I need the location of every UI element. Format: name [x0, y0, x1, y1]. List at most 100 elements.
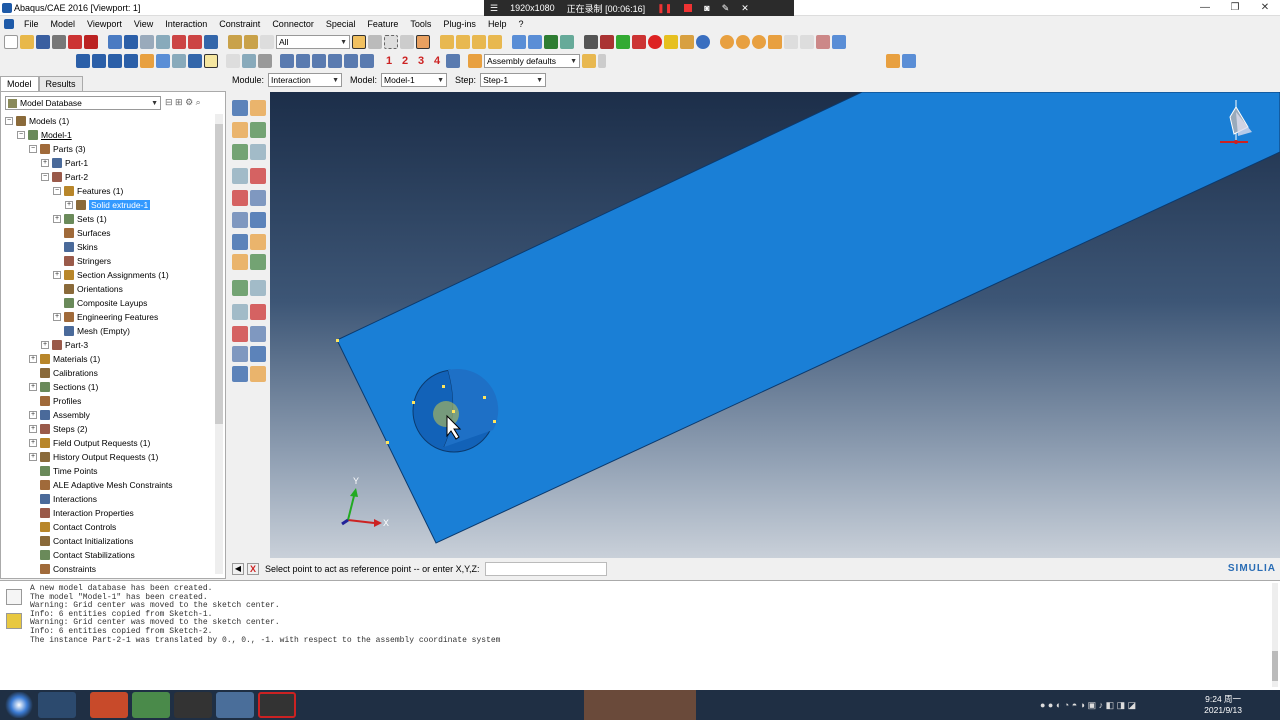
menu-icon[interactable]: ☰	[490, 3, 498, 14]
tree-node[interactable]: Interactions	[29, 492, 97, 506]
tree-expander-icon[interactable]: +	[41, 341, 49, 349]
csys-3-icon[interactable]	[312, 54, 326, 68]
shape-icon-2[interactable]	[736, 35, 750, 49]
tree-scrollbar-thumb[interactable]	[215, 124, 223, 424]
g-icon[interactable]	[648, 35, 662, 49]
tree-node[interactable]: Calibrations	[29, 366, 98, 380]
menu-help[interactable]: Help	[482, 19, 513, 29]
render-icon[interactable]	[600, 35, 614, 49]
menu-interaction[interactable]: Interaction	[159, 19, 213, 29]
tree-expander-icon[interactable]: +	[29, 355, 37, 363]
prompt-cancel-icon[interactable]: X	[247, 563, 259, 575]
part-plate[interactable]	[336, 92, 1280, 544]
arrow-tool-icon[interactable]	[226, 54, 240, 68]
toolbox-tool-icon[interactable]	[250, 366, 266, 382]
toolbox-tool-icon[interactable]	[232, 326, 248, 342]
python-shell-icon[interactable]	[6, 613, 22, 629]
auto-fit-icon[interactable]	[188, 35, 202, 49]
toolbox-tool-icon[interactable]	[232, 304, 248, 320]
view-1-icon[interactable]	[76, 54, 90, 68]
taskbar-abaqus[interactable]	[216, 692, 254, 718]
select-set-icon[interactable]	[368, 35, 382, 49]
triad-icon[interactable]	[446, 54, 460, 68]
screen-recorder-bar[interactable]: ☰ 1920x1080 正在录制 [00:06:16] ❚❚ ◙ ✎ ✕	[484, 0, 794, 16]
tree-node[interactable]: Composite Layups	[53, 296, 147, 310]
csys-1-icon[interactable]	[280, 54, 294, 68]
tree-node[interactable]: − Parts (3)	[29, 142, 86, 156]
toolbox-tool-icon[interactable]	[250, 254, 266, 270]
select-box-icon[interactable]	[384, 35, 398, 49]
toolbox-tool-icon[interactable]	[250, 144, 266, 160]
context-help-icon[interactable]: ?	[512, 19, 529, 29]
tree-expander-icon[interactable]: −	[5, 117, 13, 125]
text-a-icon[interactable]	[204, 54, 218, 68]
csys-4-icon[interactable]	[328, 54, 342, 68]
zoom-icon[interactable]	[156, 35, 170, 49]
taskbar-powerpoint[interactable]	[90, 692, 128, 718]
ruler-icon[interactable]	[664, 35, 678, 49]
csys-5-icon[interactable]	[344, 54, 358, 68]
list-icon[interactable]	[258, 54, 272, 68]
new-icon[interactable]	[4, 35, 18, 49]
num-3-button[interactable]: 3	[414, 55, 428, 67]
tree-node[interactable]: Mesh (Empty)	[53, 324, 130, 338]
tree-node[interactable]: + Sections (1)	[29, 380, 98, 394]
tree-expander-icon[interactable]: +	[65, 201, 73, 209]
tree-expander-icon[interactable]: −	[41, 173, 49, 181]
redo-icon[interactable]	[800, 35, 814, 49]
view-4-icon[interactable]	[124, 54, 138, 68]
mdb-icon[interactable]	[68, 35, 82, 49]
num-1-button[interactable]: 1	[382, 55, 396, 67]
tree-node[interactable]: Profiles	[29, 394, 81, 408]
csys-6-icon[interactable]	[360, 54, 374, 68]
view-3-icon[interactable]	[108, 54, 122, 68]
prompt-back-icon[interactable]: ◀	[232, 563, 244, 575]
menu-viewport[interactable]: Viewport	[81, 19, 128, 29]
tree-node[interactable]: Constraints	[29, 562, 96, 576]
prompt-coordinate-input[interactable]	[485, 562, 608, 576]
tree-node[interactable]: + Part-1	[41, 156, 88, 170]
toolbox-tool-icon[interactable]	[232, 168, 248, 184]
toolbox-tool-icon[interactable]	[232, 254, 248, 270]
viewport-icon[interactable]	[584, 35, 598, 49]
toolbox-tool-icon[interactable]	[232, 212, 248, 228]
close-button[interactable]: ✕	[1250, 0, 1280, 16]
tree-node[interactable]: Orientations	[53, 282, 123, 296]
tree-node[interactable]: Skins	[53, 240, 98, 254]
output-icon[interactable]	[84, 35, 98, 49]
grid-icon[interactable]	[832, 35, 846, 49]
selection-filter-select[interactable]: All ▼	[276, 35, 350, 49]
save-icon[interactable]	[36, 35, 50, 49]
dg-arrow-icon[interactable]	[598, 54, 606, 68]
top-view-icon[interactable]	[472, 35, 486, 49]
tray-icons[interactable]: ● ● ◐ ◔ ◓ ◑ ▣ ♪ ◧ ◨ ◪	[1040, 700, 1136, 711]
view-2-icon[interactable]	[92, 54, 106, 68]
taskbar-recorder[interactable]	[258, 692, 296, 718]
viewport[interactable]: X Y	[270, 92, 1280, 558]
shape-icon-1[interactable]	[720, 35, 734, 49]
tree-expander-icon[interactable]: −	[53, 187, 61, 195]
tree-expander-icon[interactable]: +	[29, 383, 37, 391]
iso-view-icon[interactable]	[440, 35, 454, 49]
wireframe-icon[interactable]	[512, 35, 526, 49]
tree-expander-icon[interactable]: +	[29, 425, 37, 433]
system-menu-icon[interactable]	[4, 19, 14, 29]
toolbox-tool-icon[interactable]	[250, 346, 266, 362]
tree-expander-icon[interactable]: +	[53, 313, 61, 321]
toolbox-tool-icon[interactable]	[250, 122, 266, 138]
tree-node[interactable]: + Sets (1)	[53, 212, 107, 226]
shape-icon-3[interactable]	[752, 35, 766, 49]
menu-view[interactable]: View	[128, 19, 159, 29]
num-2-button[interactable]: 2	[398, 55, 412, 67]
tree-node[interactable]: + Engineering Features	[53, 310, 158, 324]
menu-tools[interactable]: Tools	[404, 19, 437, 29]
tree-node[interactable]: Contact Controls	[29, 520, 116, 534]
magnify-icon[interactable]	[140, 35, 154, 49]
hidden-icon[interactable]	[528, 35, 542, 49]
toolbox-tool-icon[interactable]	[232, 280, 248, 296]
tools-icon[interactable]	[816, 35, 830, 49]
query-icon[interactable]	[616, 35, 630, 49]
tree-expander-icon[interactable]: +	[29, 439, 37, 447]
edges-icon[interactable]	[560, 35, 574, 49]
maximize-button[interactable]: ❐	[1220, 0, 1250, 16]
